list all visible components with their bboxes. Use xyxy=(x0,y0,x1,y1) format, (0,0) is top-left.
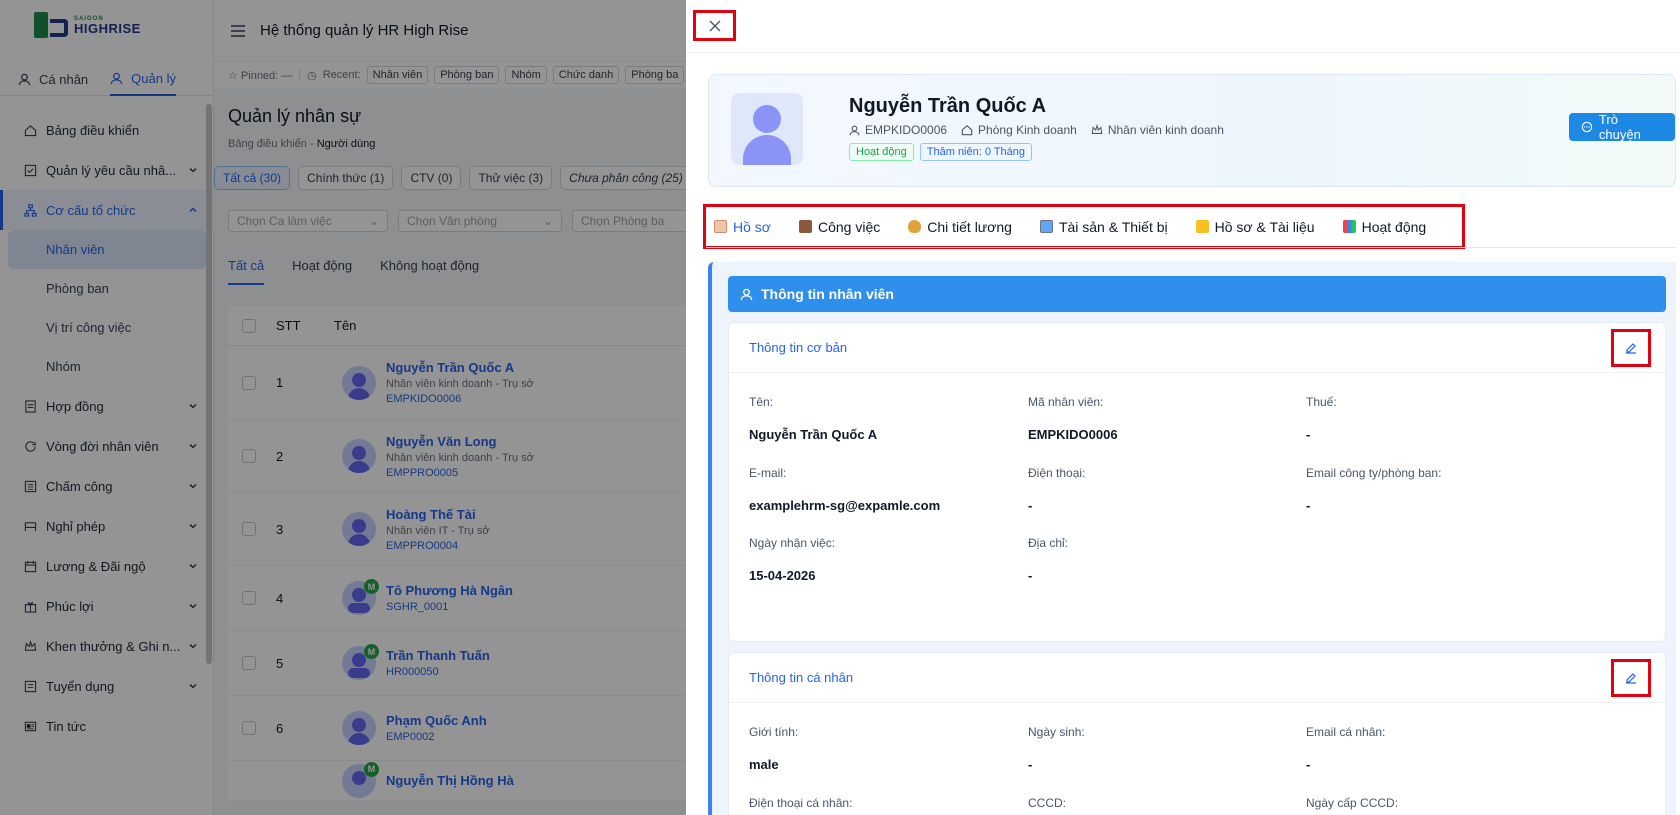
employee-detail-drawer: Nguyễn Trần Quốc A EMPKIDO0006 Phòng Kin… xyxy=(686,0,1680,815)
field-label: Mã nhân viên: xyxy=(1028,395,1104,409)
profile-meta: EMPKIDO0006 Phòng Kinh doanh Nhân viên k… xyxy=(849,123,1224,137)
tab-work[interactable]: Công việc xyxy=(798,218,894,235)
close-button[interactable] xyxy=(693,10,736,41)
field-value: EMPKIDO0006 xyxy=(1028,427,1118,442)
crown-icon xyxy=(1091,124,1103,134)
field-label: Điện thoại: xyxy=(1028,466,1086,480)
field-value: - xyxy=(1306,498,1311,513)
field-value: 15-04-2026 xyxy=(749,568,816,583)
chat-button-label: Trò chuyện xyxy=(1598,112,1641,142)
monitor-icon xyxy=(1039,220,1053,233)
chat-button[interactable]: Trò chuyện xyxy=(1569,112,1675,142)
field-label: Ngày nhận việc: xyxy=(749,536,836,550)
money-bag-icon xyxy=(908,220,922,233)
app-root: SAIGON HIGHRISE Cá nhân Quản lý Bảng điề… xyxy=(0,0,1680,815)
edit-basic-button[interactable] xyxy=(1611,329,1651,367)
modal-overlay[interactable] xyxy=(0,0,686,815)
edit-icon xyxy=(1626,343,1636,354)
profile-position: Nhân viên kinh doanh xyxy=(1091,123,1224,137)
field-value: - xyxy=(1028,757,1033,772)
divider xyxy=(686,52,1680,53)
field-value: - xyxy=(1028,498,1033,513)
field-label: Địa chỉ: xyxy=(1028,536,1069,550)
profile-name: Nguyễn Trần Quốc A xyxy=(849,95,1047,117)
tab-profile[interactable]: Hồ sơ xyxy=(714,219,785,235)
detail-tabs: Hồ sơ Công việc Chi tiết lương Tài sản &… xyxy=(703,204,1466,249)
profile-code-text: EMPKIDO0006 xyxy=(865,123,948,137)
field-label: CCCD: xyxy=(1028,796,1066,810)
field-label: Email cá nhân: xyxy=(1306,725,1386,739)
tab-profile-label: Hồ sơ xyxy=(733,218,771,235)
field-label: Giới tính: xyxy=(749,725,799,739)
edit-personal-button[interactable] xyxy=(1611,659,1651,697)
field-label: Thuế: xyxy=(1306,395,1337,409)
card-header: Thông tin cá nhân xyxy=(729,653,1665,703)
avatar xyxy=(731,93,803,165)
field-label: Tên: xyxy=(749,395,774,409)
field-label: Ngày sinh: xyxy=(1028,725,1085,739)
card-header: Thông tin cơ bản xyxy=(729,323,1665,373)
field-value: - xyxy=(1306,427,1311,442)
field-value: - xyxy=(1028,568,1033,583)
status-badge: Hoạt động xyxy=(849,143,914,161)
profile-card: Nguyễn Trần Quốc A EMPKIDO0006 Phòng Kin… xyxy=(708,74,1676,187)
home-icon xyxy=(961,124,973,136)
field-value: male xyxy=(749,757,779,772)
profile-position-text: Nhân viên kinh doanh xyxy=(1107,123,1224,137)
card-title: Thông tin cá nhân xyxy=(749,670,854,685)
user-icon xyxy=(740,288,753,300)
chat-icon xyxy=(1581,121,1593,133)
profile-department-text: Phòng Kinh doanh xyxy=(978,123,1077,137)
tab-salary-label: Chi tiết lương xyxy=(927,218,1012,235)
clipboard-icon xyxy=(714,220,727,233)
personal-info-card: Thông tin cá nhân Giới tính: male Ngày s… xyxy=(728,652,1666,815)
field-value: examplehrm-sg@expamle.com xyxy=(749,498,941,513)
tab-documents[interactable]: Hồ sơ & Tài liệu xyxy=(1195,218,1329,235)
profile-code: EMPKIDO0006 xyxy=(849,123,947,137)
tab-work-label: Công việc xyxy=(817,218,881,235)
seniority-badge: Thâm niên: 0 Tháng xyxy=(919,143,1033,161)
field-label: E-mail: xyxy=(749,466,787,480)
close-icon xyxy=(709,20,720,31)
basic-info-card: Thông tin cơ bản Tên: Nguyễn Trần Quốc A… xyxy=(728,322,1666,642)
edit-icon xyxy=(1626,673,1636,684)
user-icon xyxy=(849,125,860,135)
field-label: Điện thoại cá nhân: xyxy=(749,796,853,810)
profile-tags: Hoạt động Thâm niên: 0 Tháng xyxy=(849,143,1033,161)
field-label: Ngày cấp CCCD: xyxy=(1306,796,1399,810)
divider xyxy=(706,247,1676,248)
tab-activity[interactable]: Hoạt động xyxy=(1342,218,1441,235)
section-header: Thông tin nhân viên xyxy=(728,276,1666,312)
tab-assets[interactable]: Tài sản & Thiết bị xyxy=(1039,218,1182,235)
tab-activity-label: Hoạt động xyxy=(1361,218,1427,235)
field-label: Email công ty/phòng ban: xyxy=(1306,466,1442,480)
profile-department: Phòng Kinh doanh xyxy=(961,123,1077,137)
bar-chart-icon xyxy=(1342,220,1356,233)
employee-info-section: Thông tin nhân viên Thông tin cơ bản Tên… xyxy=(708,262,1676,815)
tab-salary[interactable]: Chi tiết lương xyxy=(908,219,1026,235)
section-title: Thông tin nhân viên xyxy=(761,286,894,302)
briefcase-icon xyxy=(798,220,812,233)
folder-icon xyxy=(1195,220,1209,233)
card-title: Thông tin cơ bản xyxy=(749,340,848,355)
tab-assets-label: Tài sản & Thiết bị xyxy=(1058,218,1168,235)
field-value: - xyxy=(1306,757,1311,772)
field-value: Nguyễn Trần Quốc A xyxy=(749,427,878,442)
tab-documents-label: Hồ sơ & Tài liệu xyxy=(1214,218,1315,235)
